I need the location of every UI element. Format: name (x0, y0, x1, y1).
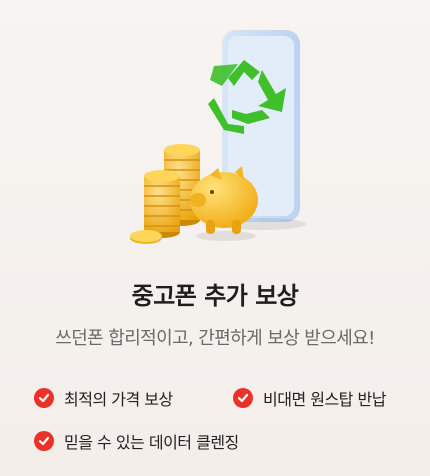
page-subtitle: 쓰던폰 합리적이고, 간편하게 보상 받으세요! (55, 328, 375, 349)
benefit-item-return: 비대면 원스탑 반납 (233, 386, 386, 410)
benefit-label: 비대면 원스탑 반납 (263, 390, 386, 409)
trade-in-illustration (130, 30, 306, 244)
benefit-item-price: 최적의 가격 보상 (34, 386, 173, 410)
benefit-label: 최적의 가격 보상 (64, 390, 173, 409)
check-circle-icon (34, 431, 54, 451)
check-circle-icon (233, 388, 253, 408)
coin-stack-icon (130, 144, 200, 244)
page-title: 중고폰 추가 보상 (131, 282, 299, 310)
hero-illustration (0, 0, 430, 270)
check-circle-icon (34, 388, 54, 408)
benefit-label: 믿을 수 있는 데이터 클렌징 (64, 433, 239, 452)
benefit-item-data-cleansing: 믿을 수 있는 데이터 클렌징 (34, 429, 239, 453)
